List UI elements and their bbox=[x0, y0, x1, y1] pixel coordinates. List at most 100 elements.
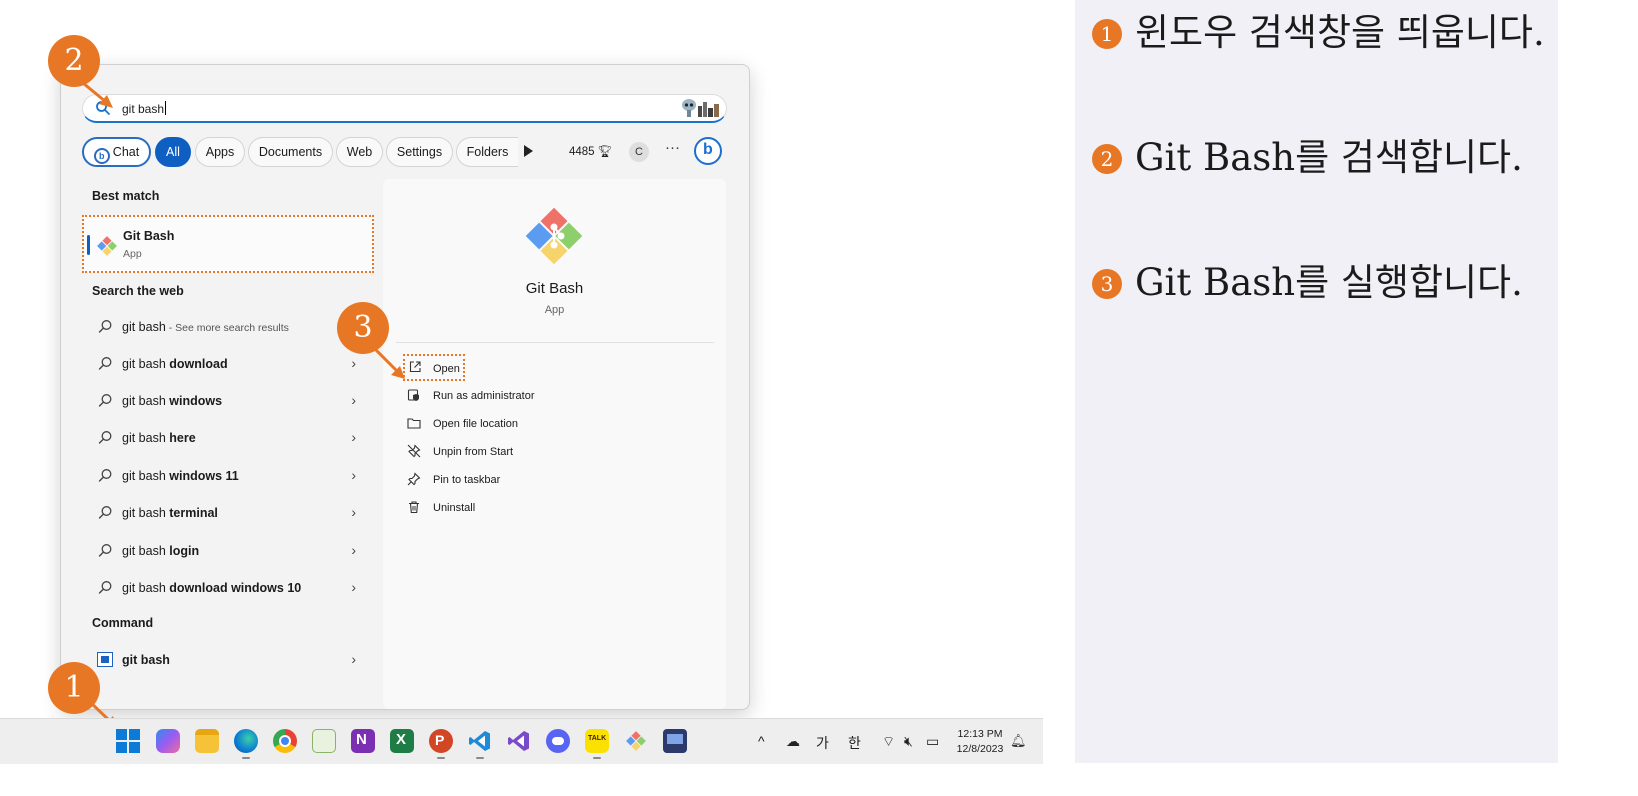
more-options-button[interactable]: ··· bbox=[665, 139, 680, 156]
open-action[interactable]: Open bbox=[403, 354, 465, 381]
chevron-right-icon: › bbox=[351, 392, 356, 408]
chevron-right-icon: › bbox=[351, 504, 356, 520]
search-icon bbox=[98, 505, 113, 523]
start-icon[interactable] bbox=[116, 729, 140, 753]
excel-icon[interactable]: X bbox=[390, 729, 414, 753]
ime-language-indicator[interactable]: 한 bbox=[848, 733, 861, 753]
battery-icon[interactable]: ▭ bbox=[926, 733, 939, 750]
clock-date: 12/8/2023 bbox=[956, 743, 1004, 755]
image-editor-icon[interactable] bbox=[312, 729, 336, 753]
step-text: Git Bash를 실행합니다. bbox=[1135, 261, 1523, 304]
web-result-item[interactable]: git bash download windows 10 › bbox=[92, 579, 362, 599]
filter-documents-button[interactable]: Documents bbox=[248, 137, 333, 167]
step-text: 윈도우 검색창을 띄웁니다. bbox=[1135, 11, 1545, 54]
search-icon bbox=[98, 430, 113, 448]
instruction-panel: 1 윈도우 검색창을 띄웁니다. 2 Git Bash를 검색합니다. 3 Gi… bbox=[1075, 0, 1558, 763]
search-input[interactable]: git bash bbox=[82, 94, 727, 123]
bing-button[interactable]: b bbox=[694, 137, 722, 165]
onenote-icon[interactable]: N bbox=[351, 729, 375, 753]
callout-arrow-3 bbox=[373, 347, 405, 379]
kakaotalk-icon[interactable]: TALK bbox=[585, 729, 609, 759]
profile-avatar[interactable]: C bbox=[629, 142, 649, 162]
best-match-item[interactable]: Git Bash App bbox=[82, 215, 374, 273]
command-result-item[interactable]: git bash › bbox=[92, 651, 362, 671]
taskbar: N X P TALK ^ ☁︎ 가 한 ⌔ 🔇︎ ▭ 12:13 PM 12/8… bbox=[0, 718, 1043, 764]
chrome-icon[interactable] bbox=[273, 729, 297, 753]
filter-chat-button[interactable]: b Chat bbox=[82, 137, 151, 167]
rewards-points[interactable]: 4485 🏆︎ bbox=[569, 144, 612, 158]
callout-arrow-2 bbox=[82, 81, 113, 108]
bing-chat-icon: b bbox=[93, 148, 110, 164]
git-bash-large-icon bbox=[525, 207, 583, 270]
command-header: Command bbox=[92, 616, 154, 630]
copilot-icon[interactable] bbox=[156, 729, 180, 753]
discord-icon[interactable] bbox=[546, 729, 570, 753]
clock-time: 12:13 PM bbox=[957, 728, 1003, 740]
detail-app-type: App bbox=[544, 304, 565, 316]
admin-shield-icon bbox=[407, 388, 421, 405]
step-number: 3 bbox=[1092, 269, 1122, 299]
text-caret bbox=[165, 101, 167, 115]
more-filters-arrow-icon[interactable] bbox=[524, 145, 533, 157]
show-hidden-icons-button[interactable]: ^ bbox=[758, 733, 765, 749]
web-result-item[interactable]: git bash terminal › bbox=[92, 504, 362, 524]
command-prompt-icon bbox=[97, 652, 113, 667]
divider bbox=[396, 342, 714, 343]
web-result-item[interactable]: git bash login › bbox=[92, 542, 362, 562]
step-number: 2 bbox=[1092, 144, 1122, 174]
clock[interactable]: 12:13 PM 12/8/2023 bbox=[950, 727, 1010, 757]
filter-folders-button[interactable]: Folders bbox=[456, 137, 518, 167]
web-result-item[interactable]: git bash here › bbox=[92, 429, 362, 449]
app-detail-pane: Git Bash App Open Run as administrator O… bbox=[383, 179, 726, 709]
filter-all-button[interactable]: All bbox=[155, 137, 191, 167]
chevron-right-icon: › bbox=[351, 355, 356, 371]
onedrive-icon[interactable]: ☁︎ bbox=[786, 733, 800, 750]
edge-icon[interactable] bbox=[234, 729, 258, 759]
search-icon bbox=[98, 319, 113, 337]
search-icon bbox=[98, 580, 113, 598]
web-result-item[interactable]: git bash windows › bbox=[92, 392, 362, 412]
best-match-type: App bbox=[123, 248, 142, 260]
pin-icon bbox=[407, 472, 421, 489]
search-icon bbox=[98, 543, 113, 561]
filter-settings-button[interactable]: Settings bbox=[386, 137, 453, 167]
trash-icon bbox=[407, 500, 421, 517]
volume-muted-icon[interactable]: 🔇︎ bbox=[904, 733, 913, 750]
step-number: 1 bbox=[1092, 19, 1122, 49]
filter-web-button[interactable]: Web bbox=[336, 137, 383, 167]
unpin-icon bbox=[407, 444, 421, 461]
ime-mode-indicator[interactable]: 가 bbox=[816, 733, 829, 753]
wifi-icon[interactable]: ⌔ bbox=[882, 733, 895, 751]
chevron-right-icon: › bbox=[351, 542, 356, 558]
search-web-header: Search the web bbox=[92, 284, 184, 298]
notification-bell-icon[interactable]: 🔔︎ bbox=[1010, 733, 1027, 749]
bing-icon: b bbox=[703, 141, 713, 158]
trophy-icon: 🏆︎ bbox=[597, 146, 613, 158]
search-query: git bash bbox=[122, 102, 165, 116]
filter-apps-button[interactable]: Apps bbox=[195, 137, 245, 167]
detail-app-name: Git Bash bbox=[525, 280, 584, 297]
chevron-right-icon: › bbox=[351, 429, 356, 445]
presentation-icon[interactable] bbox=[663, 729, 687, 753]
search-icon bbox=[98, 468, 113, 486]
chevron-right-icon: › bbox=[351, 651, 356, 667]
web-result-item[interactable]: git bash windows 11 › bbox=[92, 467, 362, 487]
web-result-item[interactable]: git bash - See more search results bbox=[92, 318, 362, 338]
git-logo-icon[interactable] bbox=[624, 729, 648, 753]
search-icon bbox=[98, 356, 113, 374]
folder-icon bbox=[407, 416, 421, 433]
best-match-header: Best match bbox=[92, 189, 160, 203]
git-bash-icon bbox=[97, 236, 117, 261]
web-result-item[interactable]: git bash download › bbox=[92, 355, 362, 375]
powerpoint-icon[interactable]: P bbox=[429, 729, 453, 759]
search-filter-bar: b Chat All Apps Documents Web Settings Fo… bbox=[82, 137, 732, 167]
chevron-right-icon: › bbox=[351, 579, 356, 595]
step-text: Git Bash를 검색합니다. bbox=[1135, 136, 1523, 179]
visual-studio-icon[interactable] bbox=[507, 729, 531, 753]
search-highlight-icon bbox=[680, 97, 722, 124]
selection-indicator bbox=[87, 235, 90, 255]
best-match-name: Git Bash bbox=[123, 229, 175, 243]
file-explorer-icon[interactable] bbox=[195, 729, 219, 753]
start-search-panel: git bash b Chat All Apps Documents Web Se… bbox=[60, 64, 750, 710]
vscode-icon[interactable] bbox=[468, 729, 492, 759]
